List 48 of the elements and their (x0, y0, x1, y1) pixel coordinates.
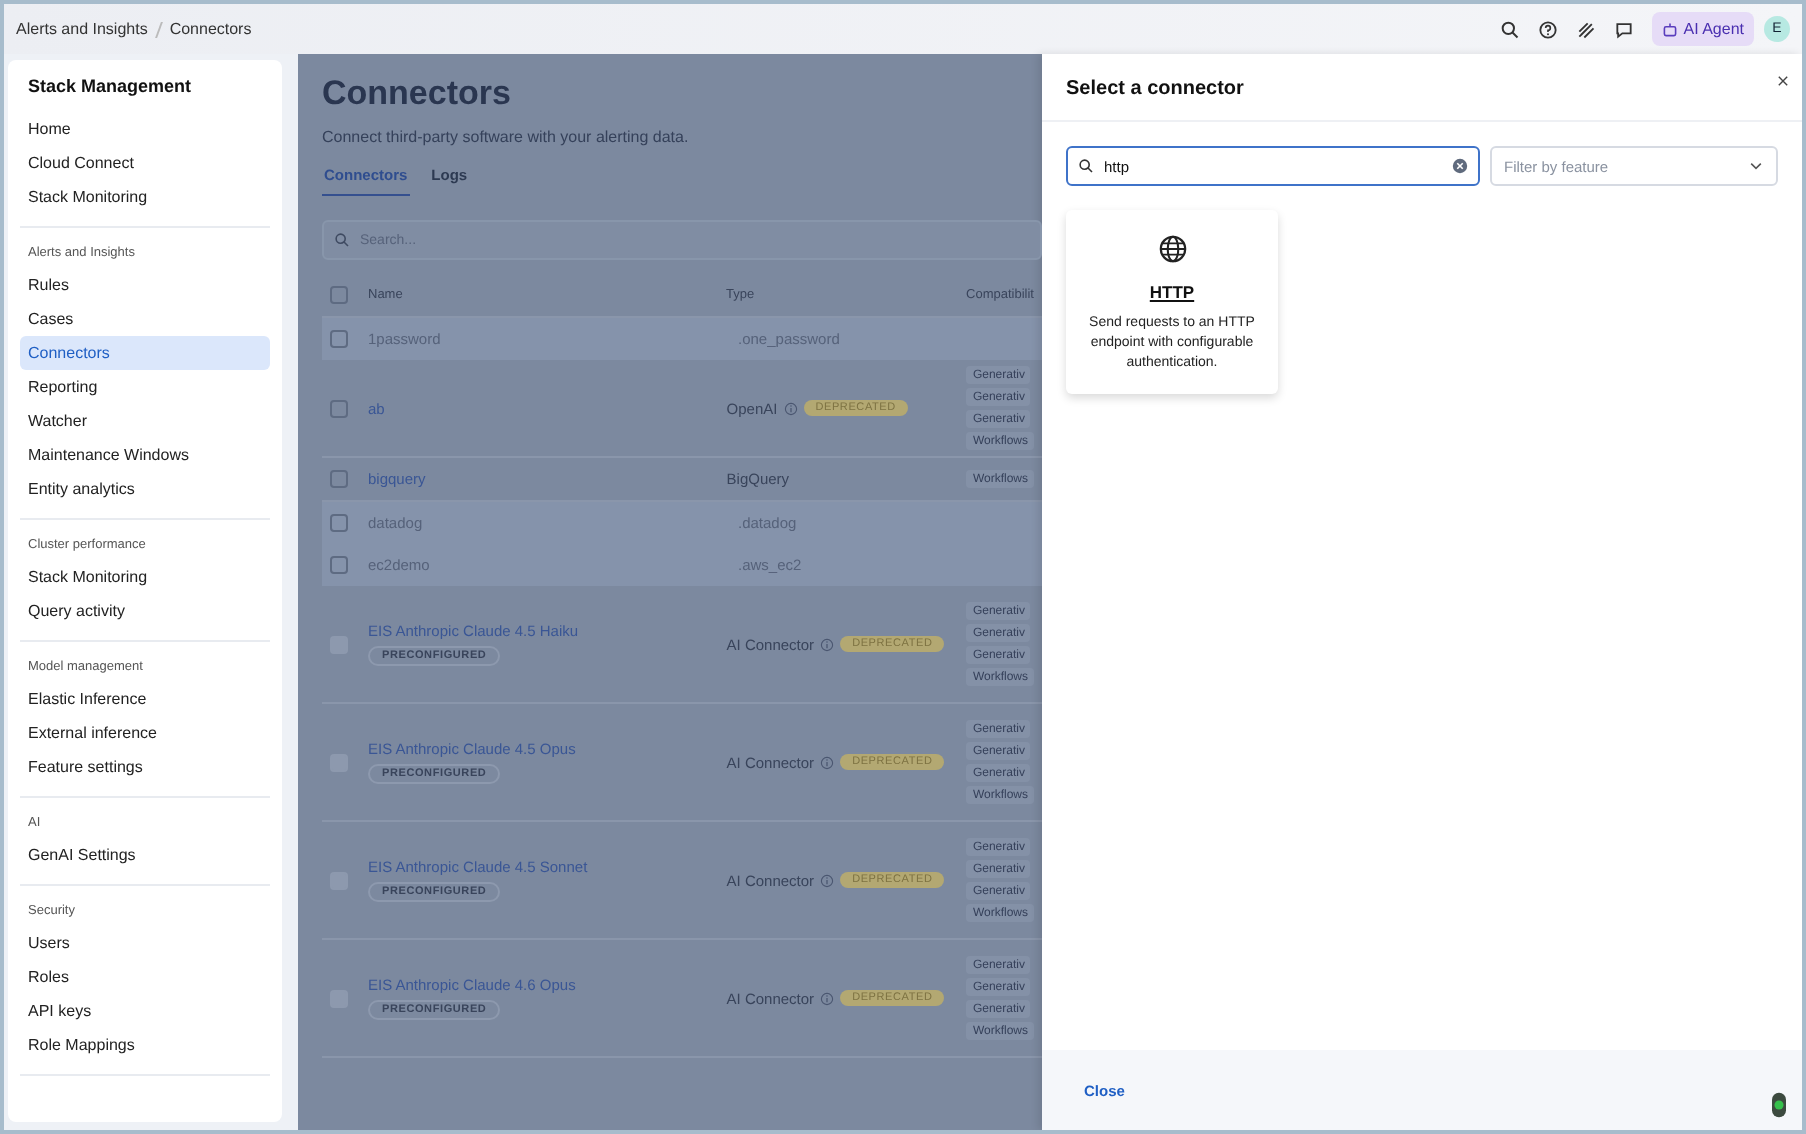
sidebar-item[interactable]: Elastic Inference (20, 682, 270, 716)
info-icon[interactable] (820, 755, 835, 769)
search-icon[interactable] (1499, 19, 1520, 39)
sidebar-item[interactable]: Entity analytics (20, 472, 270, 506)
breadcrumb-separator (154, 21, 163, 37)
status-indicator-icon (1772, 1091, 1786, 1117)
chat-icon[interactable] (1613, 19, 1634, 39)
sidebar-item[interactable]: Stack Monitoring (20, 180, 270, 214)
sidebar-item[interactable]: Cloud Connect (20, 146, 270, 180)
sidebar-item[interactable]: Roles (20, 960, 270, 994)
sidebar-item[interactable]: Cases (20, 302, 270, 336)
sidebar-item[interactable]: Watcher (20, 404, 270, 438)
sidebar-item[interactable]: API keys (20, 994, 270, 1028)
sidebar-item[interactable]: Query activity (20, 594, 270, 628)
ai-agent-button[interactable]: AI Agent (1651, 12, 1754, 46)
info-icon[interactable] (820, 873, 835, 887)
sidebar-item[interactable]: GenAI Settings (20, 838, 270, 872)
globe-icon (1157, 234, 1187, 264)
help-icon[interactable] (1537, 19, 1558, 39)
page-subtitle: Connect third-party software with your alerting data. (322, 128, 691, 146)
row-checkbox[interactable] (330, 470, 348, 488)
info-icon[interactable] (820, 991, 835, 1005)
sidebar-item[interactable]: Connectors (20, 336, 270, 370)
info-icon[interactable] (783, 401, 798, 415)
sidebar-item[interactable]: Maintenance Windows (20, 438, 270, 472)
sidebar-item[interactable]: Home (20, 112, 270, 146)
select-all-checkbox[interactable] (330, 286, 348, 304)
sidebar-item[interactable]: External inference (20, 716, 270, 750)
clear-icon[interactable] (1452, 158, 1468, 174)
sidebar-item[interactable]: Role Mappings (20, 1028, 270, 1062)
sidebar-item[interactable]: Rules (20, 268, 270, 302)
close-icon[interactable] (1776, 74, 1790, 88)
breadcrumb-link[interactable]: Connectors (169, 20, 252, 38)
chevron-down-icon (1748, 158, 1764, 174)
sidebar-item[interactable]: Reporting (20, 370, 270, 404)
sidebar-item[interactable]: Feature settings (20, 750, 270, 784)
sidebar-item[interactable]: Stack Monitoring (20, 560, 270, 594)
breadcrumb-link[interactable]: Alerts and Insights (16, 20, 148, 38)
page-title: Connectors (322, 74, 513, 114)
robot-icon (1661, 21, 1678, 37)
info-icon[interactable] (820, 637, 835, 651)
flyout-title: Select a connector (1066, 76, 1244, 100)
sidebar-item[interactable]: Users (20, 926, 270, 960)
search-icon (334, 232, 350, 248)
card-title[interactable]: HTTP (1149, 282, 1195, 302)
search-icon (1078, 158, 1094, 174)
row-checkbox[interactable] (330, 399, 348, 417)
sidebar-title: Stack Management (26, 74, 194, 100)
